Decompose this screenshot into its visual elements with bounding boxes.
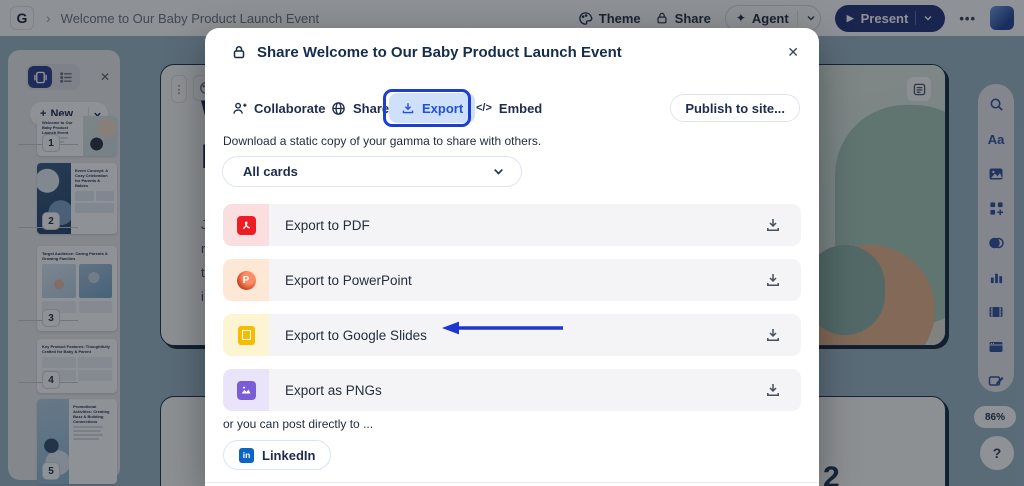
tab-collaborate[interactable]: Collaborate	[232, 93, 326, 123]
arrow-annotation	[441, 319, 567, 337]
powerpoint-icon: P	[237, 271, 256, 290]
post-directly-text: or you can post directly to ...	[223, 417, 373, 431]
publish-to-site-button[interactable]: Publish to site...	[670, 94, 800, 122]
cards-filter-dropdown[interactable]: All cards	[222, 156, 522, 187]
export-row-label: Export to PowerPoint	[285, 273, 412, 288]
globe-icon	[331, 101, 346, 116]
close-icon[interactable]: ✕	[787, 44, 799, 61]
export-row-pdf[interactable]: Export to PDF	[223, 204, 801, 246]
image-icon	[237, 381, 256, 400]
share-modal: Share Welcome to Our Baby Product Launch…	[205, 28, 819, 486]
export-row-png[interactable]: Export as PNGs	[223, 369, 801, 411]
tab-share[interactable]: Share	[331, 93, 389, 123]
export-row-powerpoint[interactable]: P Export to PowerPoint	[223, 259, 801, 301]
code-icon: </>	[476, 102, 492, 114]
pdf-icon	[237, 216, 256, 235]
linkedin-button[interactable]: in LinkedIn	[223, 440, 331, 470]
download-icon[interactable]	[765, 272, 781, 288]
modal-footer-divider	[205, 482, 819, 483]
linkedin-icon: in	[239, 448, 254, 463]
tab-export[interactable]: Export	[389, 93, 475, 123]
export-row-label: Export as PNGs	[285, 383, 382, 398]
modal-title: Share Welcome to Our Baby Product Launch…	[257, 44, 622, 61]
person-plus-icon	[232, 101, 247, 116]
export-description: Download a static copy of your gamma to …	[223, 134, 541, 148]
download-icon	[401, 101, 415, 115]
share-tabs: Collaborate Share Export </> Embed Publi…	[205, 88, 819, 128]
tab-embed[interactable]: </> Embed	[476, 93, 542, 123]
download-icon[interactable]	[765, 382, 781, 398]
google-slides-icon	[238, 326, 255, 345]
lock-icon	[231, 44, 247, 60]
export-options-list: Export to PDF P Export to PowerPoint Exp…	[223, 204, 801, 424]
export-row-label: Export to Google Slides	[285, 328, 427, 343]
chevron-down-icon	[492, 165, 505, 178]
download-icon[interactable]	[765, 327, 781, 343]
export-row-label: Export to PDF	[285, 218, 370, 233]
app-window: ⋮ Welcome to Our Baby Product Launch Eve…	[0, 0, 1024, 486]
download-icon[interactable]	[765, 217, 781, 233]
